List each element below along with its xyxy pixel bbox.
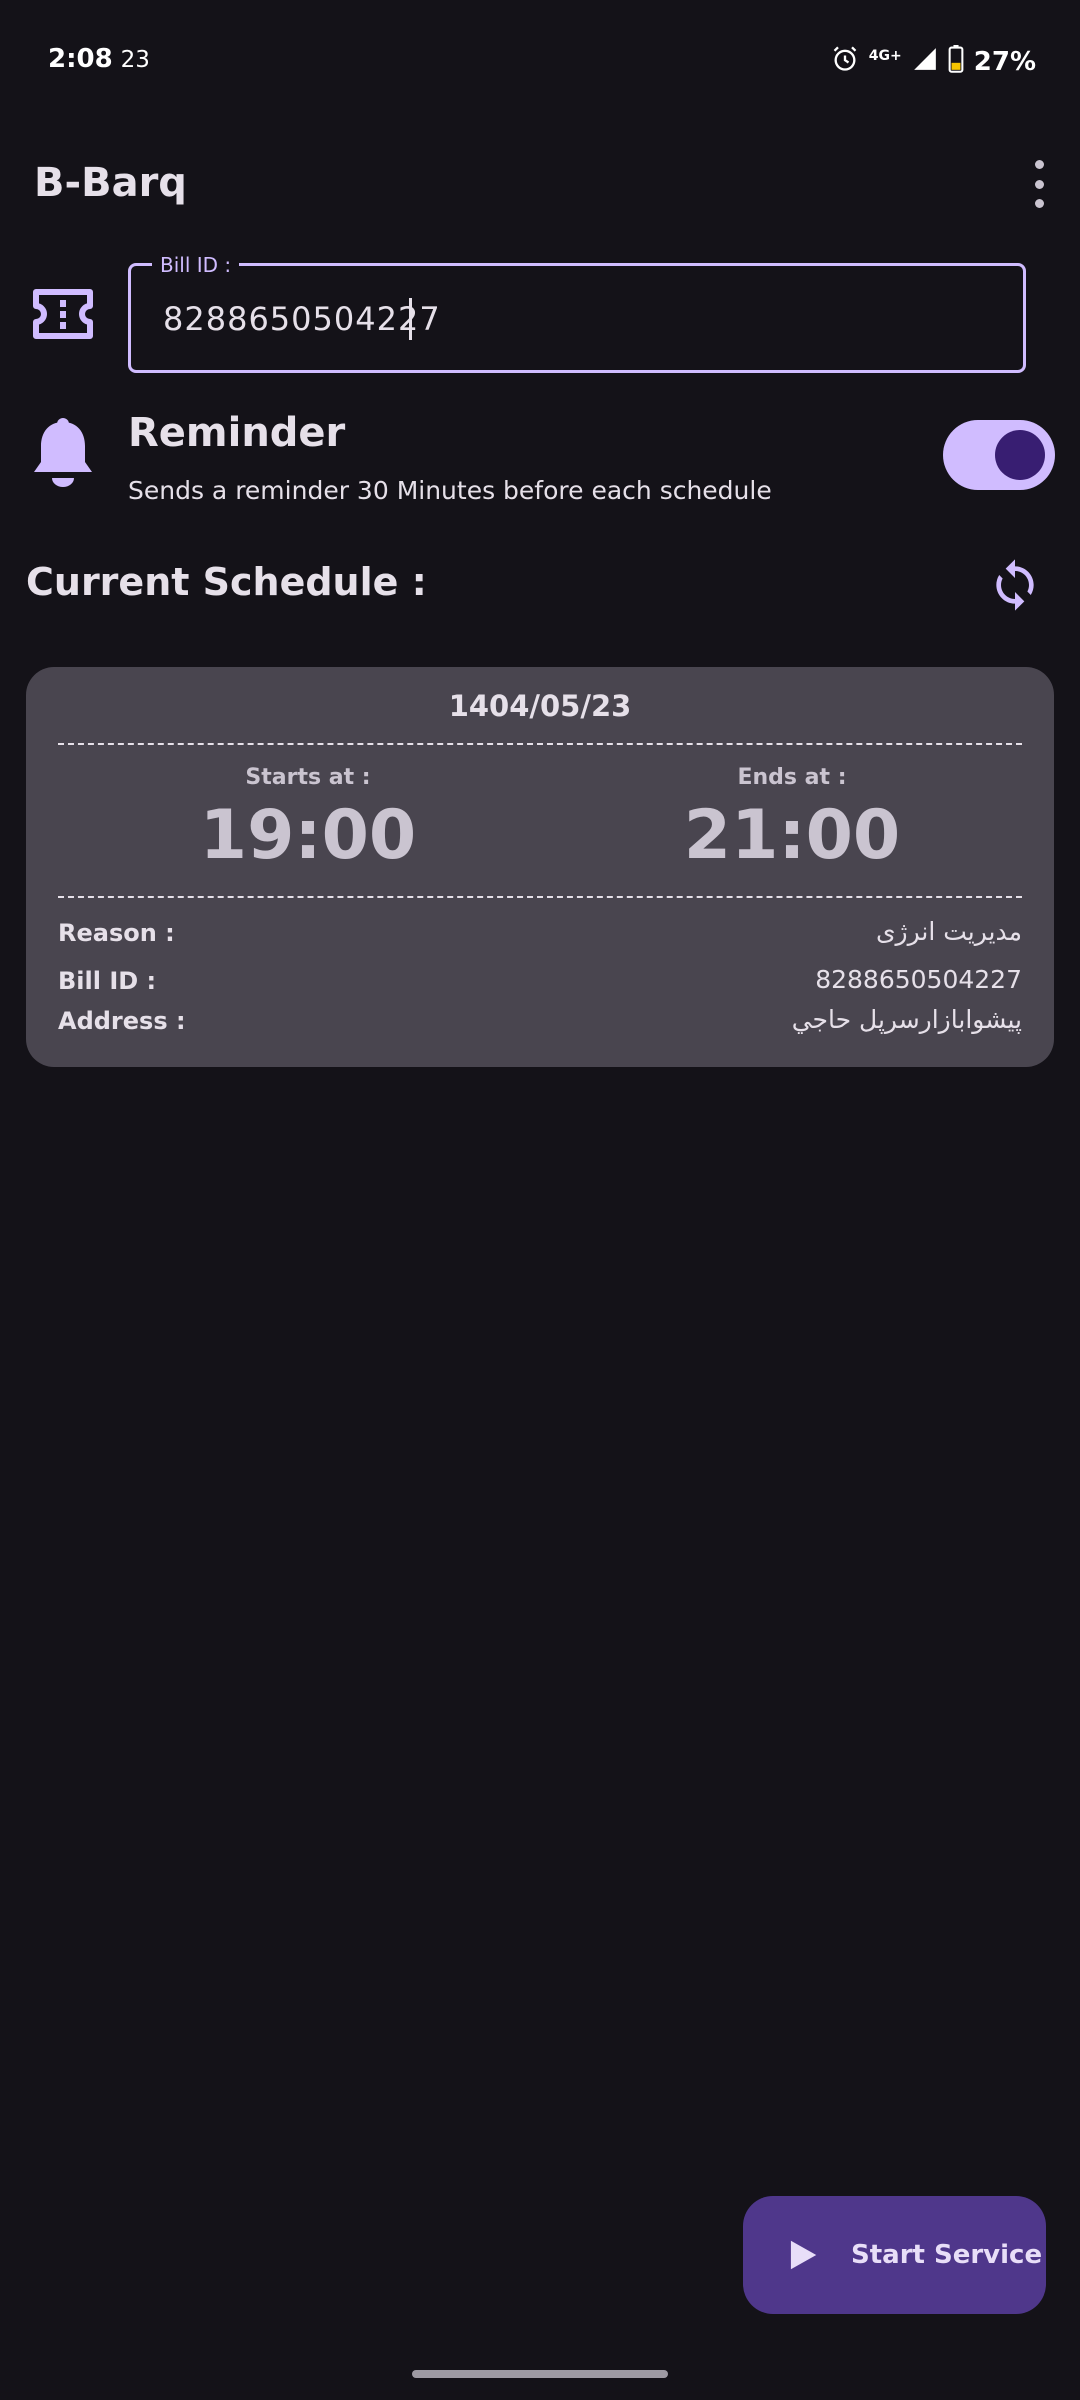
bell-icon xyxy=(30,416,96,500)
play-icon xyxy=(790,2240,817,2270)
end-time-block: Ends at : 21:00 xyxy=(622,765,962,875)
schedule-card: 1404/05/23 Starts at : 19:00 Ends at : 2… xyxy=(26,667,1054,1067)
start-time-value: 19:00 xyxy=(199,796,417,875)
divider xyxy=(58,743,1022,745)
reminder-toggle[interactable] xyxy=(943,420,1055,490)
refresh-button[interactable] xyxy=(980,550,1050,620)
app-title: B-Barq xyxy=(34,160,187,206)
battery-icon xyxy=(948,44,964,80)
status-seconds: 23 xyxy=(120,47,150,73)
status-clock: 2:08 23 xyxy=(48,44,150,74)
end-time-value: 21:00 xyxy=(683,796,901,875)
address-value: پیشوابازارسرپل حاجي xyxy=(791,1005,1022,1034)
status-indicators: 4G+ 27% xyxy=(831,44,1036,80)
home-indicator[interactable] xyxy=(412,2370,668,2378)
network-type: 4G+ xyxy=(868,48,902,64)
alarm-icon xyxy=(831,45,859,80)
toggle-thumb xyxy=(995,430,1045,480)
divider xyxy=(58,896,1022,898)
status-time: 2:08 xyxy=(48,44,113,74)
more-vert-dot xyxy=(1034,199,1044,208)
schedule-date: 1404/05/23 xyxy=(448,689,632,723)
text-cursor xyxy=(409,298,412,340)
schedule-heading: Current Schedule : xyxy=(26,560,427,604)
reason-value: مدیریت انرژی xyxy=(875,917,1022,946)
more-vert-dot xyxy=(1034,179,1044,189)
more-vert-icon xyxy=(1034,160,1044,169)
start-service-label: Start Service xyxy=(851,2240,1043,2270)
reminder-description: Sends a reminder 30 Minutes before each … xyxy=(128,476,772,505)
reason-label: Reason : xyxy=(58,919,175,947)
ticket-icon xyxy=(30,286,96,346)
more-options-button[interactable] xyxy=(1022,160,1056,208)
bill-id-input[interactable] xyxy=(163,294,963,344)
start-time-label: Starts at : xyxy=(245,765,371,790)
bill-id-value-card: 8288650504227 xyxy=(815,965,1022,994)
battery-percent: 27% xyxy=(973,47,1036,77)
start-service-button[interactable]: Start Service xyxy=(743,2196,1046,2314)
bill-id-label: Bill ID : xyxy=(152,253,240,277)
reminder-title: Reminder xyxy=(128,410,346,456)
bill-id-label-card: Bill ID : xyxy=(58,967,157,995)
address-label: Address : xyxy=(58,1007,186,1035)
signal-icon xyxy=(912,46,938,79)
end-time-label: Ends at : xyxy=(737,765,847,790)
refresh-icon xyxy=(996,559,1034,611)
bill-id-field[interactable] xyxy=(128,263,1026,373)
start-time-block: Starts at : 19:00 xyxy=(138,765,478,875)
